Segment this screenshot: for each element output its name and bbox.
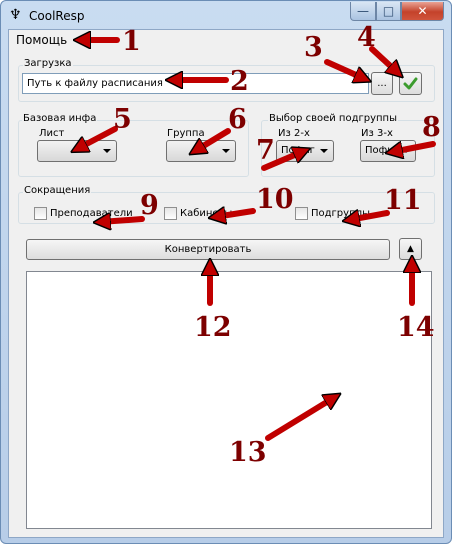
minimize-button[interactable]: — xyxy=(350,2,376,21)
sheet-dropdown[interactable] xyxy=(37,140,117,162)
confirm-button[interactable] xyxy=(399,72,422,95)
chevron-down-icon xyxy=(402,149,410,153)
chevron-down-icon xyxy=(320,149,328,153)
output-textarea[interactable] xyxy=(26,271,432,529)
teachers-checkbox[interactable]: Преподаватели xyxy=(34,207,134,221)
rooms-checkbox[interactable]: Кабинеты xyxy=(164,207,244,221)
check-icon xyxy=(403,77,418,90)
subgroups-checkbox-label: Подгруппы xyxy=(311,208,371,219)
chevron-down-icon xyxy=(103,149,111,153)
subgroup-group-label: Выбор своей подгруппы xyxy=(268,113,398,124)
group-label: Группа xyxy=(167,128,205,139)
subgroups-checkbox[interactable]: Подгруппы xyxy=(295,207,375,221)
menu-help[interactable]: Помощь xyxy=(13,32,70,48)
of3-dropdown[interactable]: Пофиг xyxy=(360,140,416,162)
rooms-checkbox-box[interactable] xyxy=(164,207,177,220)
app-window: ♆ CoolResp — □ ✕ Помощь Загрузка Путь к … xyxy=(0,0,452,544)
convert-button[interactable]: Конвертировать xyxy=(26,239,390,260)
teachers-checkbox-box[interactable] xyxy=(34,207,47,220)
subgroups-checkbox-box[interactable] xyxy=(295,207,308,220)
group-dropdown[interactable] xyxy=(166,140,236,162)
file-path-input[interactable]: Путь к файлу расписания xyxy=(22,73,369,94)
browse-button[interactable]: ... xyxy=(371,72,393,95)
of3-label: Из 3-х xyxy=(361,128,393,139)
teachers-checkbox-label: Преподаватели xyxy=(50,208,133,219)
base-info-label: Базовая инфа xyxy=(22,113,98,124)
of2-label: Из 2-х xyxy=(278,128,310,139)
collapse-button[interactable]: ▲ xyxy=(399,238,422,260)
sheet-label: Лист xyxy=(39,128,65,139)
abbrev-group-label: Сокращения xyxy=(23,185,92,196)
chevron-down-icon xyxy=(222,149,230,153)
of2-dropdown-value: Пофиг xyxy=(281,145,315,156)
rooms-checkbox-label: Кабинеты xyxy=(180,208,233,219)
window-title: CoolResp xyxy=(29,9,85,23)
of2-dropdown[interactable]: Пофиг xyxy=(276,140,334,162)
close-button[interactable]: ✕ xyxy=(401,2,444,21)
menu-bar: Помощь xyxy=(9,30,443,50)
of3-dropdown-value: Пофиг xyxy=(365,145,399,156)
maximize-button[interactable]: □ xyxy=(376,2,401,21)
title-bar[interactable]: ♆ CoolResp — □ ✕ xyxy=(1,1,451,29)
load-group-label: Загрузка xyxy=(23,58,73,69)
app-logo-icon: ♆ xyxy=(9,7,22,23)
client-area: Помощь Загрузка Путь к файлу расписания … xyxy=(8,29,444,538)
